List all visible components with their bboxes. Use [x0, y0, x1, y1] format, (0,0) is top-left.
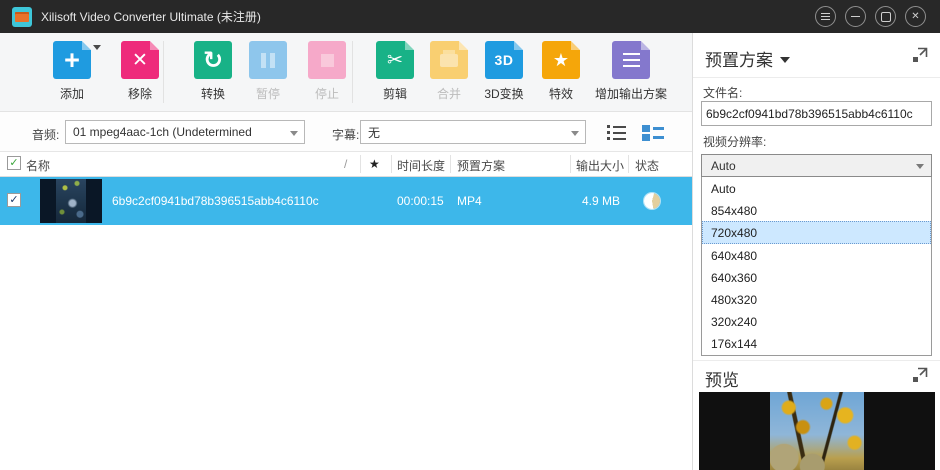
- file-table-header: ✓ 名称 / ★ 时间长度 预置方案 输出大小 状态: [0, 152, 692, 177]
- add-icon: +: [53, 41, 91, 79]
- chevron-down-icon: [916, 164, 924, 169]
- row-filename: 6b9c2cf0941bd78b396515abb4c6110c: [112, 194, 319, 208]
- resolution-option[interactable]: 640x360: [702, 266, 931, 288]
- right-panel: 预置方案 文件名: 视频分辨率: Auto Auto 854x480 720x4…: [692, 33, 940, 470]
- stream-filter-row: 音频: 01 mpeg4aac-1ch (Undetermined 字幕: 无: [0, 112, 692, 152]
- remove-icon: ✕: [121, 41, 159, 79]
- stop-label: 停止: [289, 85, 365, 102]
- expand-profile-icon[interactable]: [912, 47, 928, 63]
- toolbar-separator: [352, 41, 353, 103]
- audio-select[interactable]: 01 mpeg4aac-1ch (Undetermined: [65, 120, 305, 144]
- subtitle-select[interactable]: 无: [360, 120, 586, 144]
- chevron-down-icon: [93, 45, 101, 50]
- filename-label: 文件名:: [703, 84, 742, 101]
- preview-thumbnail: [770, 392, 864, 470]
- stop-button: 停止: [289, 41, 365, 102]
- window-controls: [815, 6, 940, 27]
- audio-select-value: 01 mpeg4aac-1ch (Undetermined: [73, 125, 252, 139]
- close-icon[interactable]: [905, 6, 926, 27]
- select-all-checkbox[interactable]: ✓: [7, 156, 21, 170]
- add-label: 添加: [34, 85, 110, 102]
- column-output-size[interactable]: 输出大小: [576, 157, 624, 174]
- row-output-size: 4.9 MB: [540, 194, 620, 208]
- resolution-option[interactable]: 480x320: [702, 288, 931, 310]
- effects-button[interactable]: ★ 特效: [523, 41, 599, 102]
- resolution-option[interactable]: 320x240: [702, 310, 931, 332]
- waiting-clock-icon: [644, 193, 660, 209]
- resolution-select[interactable]: Auto: [701, 154, 932, 177]
- resolution-option[interactable]: 176x144: [702, 332, 931, 354]
- resolution-option[interactable]: Auto: [702, 177, 931, 199]
- add-output-profile-label: 增加输出方案: [593, 85, 669, 102]
- chevron-down-icon: [571, 131, 579, 136]
- add-output-profile-button[interactable]: 增加输出方案: [593, 41, 669, 102]
- stop-icon: [308, 41, 346, 79]
- toolbar-separator: [163, 41, 164, 103]
- convert-icon: ↻: [194, 41, 232, 79]
- chevron-down-icon: [290, 131, 298, 136]
- resolution-option[interactable]: 640x480: [702, 244, 931, 266]
- preview-area[interactable]: [699, 392, 935, 470]
- add-button[interactable]: + 添加: [34, 41, 110, 102]
- profile-header-label: 预置方案: [705, 46, 773, 71]
- menu-icon[interactable]: [815, 6, 836, 27]
- column-sort[interactable]: /: [344, 157, 347, 171]
- subtitle-select-value: 无: [368, 124, 380, 141]
- view-toggle: [607, 125, 664, 141]
- resolution-option-selected[interactable]: 720x480: [702, 221, 931, 243]
- audio-label: 音频:: [32, 126, 59, 143]
- filename-input[interactable]: [701, 101, 932, 126]
- subtitle-label: 字幕:: [332, 126, 359, 143]
- column-name[interactable]: 名称: [26, 157, 50, 174]
- row-duration: 00:00:15: [397, 194, 444, 208]
- row-thumbnail: [40, 179, 102, 223]
- app-window: Xilisoft Video Converter Ultimate (未注册) …: [0, 0, 940, 470]
- remove-button[interactable]: ✕ 移除: [102, 41, 178, 102]
- chevron-down-icon: [780, 57, 790, 63]
- window-title: Xilisoft Video Converter Ultimate (未注册): [41, 8, 261, 25]
- titlebar: Xilisoft Video Converter Ultimate (未注册): [0, 0, 940, 33]
- row-checkbox[interactable]: ✓: [7, 193, 21, 207]
- merge-icon: [430, 41, 468, 79]
- detail-view-icon[interactable]: [642, 125, 664, 141]
- remove-label: 移除: [102, 85, 178, 102]
- scissors-icon: ✂: [376, 41, 414, 79]
- preview-header: 预览: [705, 366, 739, 391]
- column-duration[interactable]: 时间长度: [397, 157, 445, 174]
- resolution-label: 视频分辨率:: [703, 133, 766, 150]
- column-star[interactable]: ★: [369, 157, 380, 171]
- column-status[interactable]: 状态: [635, 157, 659, 174]
- column-preset[interactable]: 预置方案: [457, 157, 505, 174]
- expand-preview-icon[interactable]: [912, 367, 928, 383]
- pause-icon: [249, 41, 287, 79]
- list-view-icon[interactable]: [607, 125, 626, 140]
- maximize-icon[interactable]: [875, 6, 896, 27]
- 3d-icon: 3D: [485, 41, 523, 79]
- resolution-select-value: Auto: [711, 159, 736, 173]
- minimize-icon[interactable]: [845, 6, 866, 27]
- resolution-dropdown-list: Auto 854x480 720x480 640x480 640x360 480…: [701, 177, 932, 356]
- preview-header-label: 预览: [705, 366, 739, 391]
- profile-doc-icon: [612, 41, 650, 79]
- profile-header[interactable]: 预置方案: [705, 46, 790, 71]
- row-preset: MP4: [457, 194, 482, 208]
- table-row[interactable]: ✓ 6b9c2cf0941bd78b396515abb4c6110c 00:00…: [0, 177, 692, 225]
- magic-wand-icon: ★: [542, 41, 580, 79]
- app-icon: [12, 7, 32, 27]
- resolution-option[interactable]: 854x480: [702, 199, 931, 221]
- effects-label: 特效: [523, 85, 599, 102]
